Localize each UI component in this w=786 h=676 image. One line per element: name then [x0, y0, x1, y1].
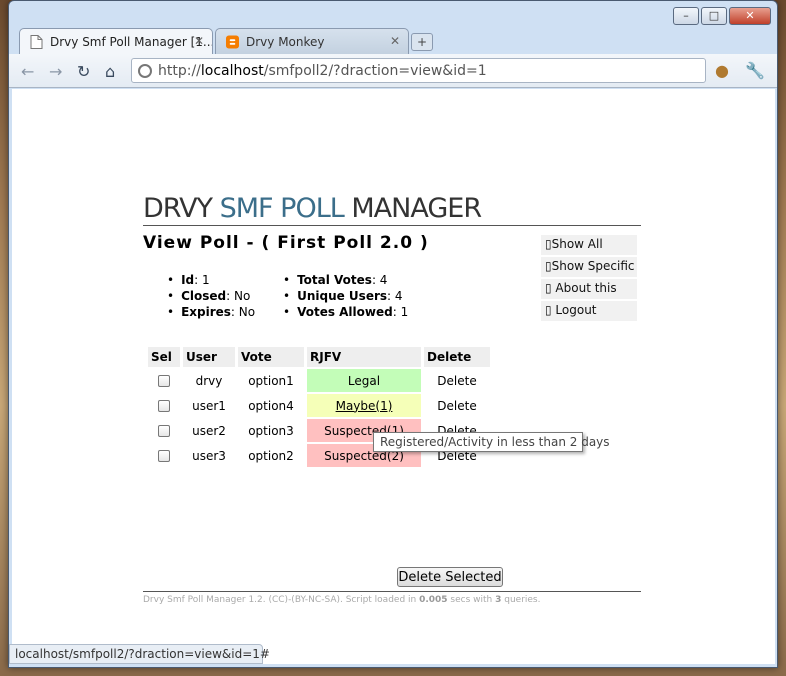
- menu-logout[interactable]: ▯ Logout: [541, 301, 637, 321]
- row-delete-link[interactable]: Delete: [424, 369, 490, 392]
- tab-strip: Drvy Smf Poll Manager [1... ✕ Drvy Monke…: [19, 28, 433, 54]
- row-checkbox[interactable]: [158, 450, 170, 462]
- menu-show-all[interactable]: ▯Show All: [541, 235, 637, 255]
- header-sel: Sel: [148, 347, 180, 367]
- browser-toolbar: ← → ↻ ⌂ http://localhost/smfpoll2/?dract…: [9, 54, 777, 88]
- info-votes-allowed: Votes Allowed: 1: [283, 305, 408, 321]
- blogger-icon: [226, 35, 239, 49]
- page-footer: Drvy Smf Poll Manager 1.2. (CC)-(BY-NC-S…: [143, 595, 541, 605]
- reload-icon[interactable]: ↻: [77, 62, 90, 81]
- home-icon[interactable]: ⌂: [105, 62, 115, 81]
- table-header: Sel User Vote RJFV Delete: [148, 347, 490, 367]
- forward-arrow-icon[interactable]: →: [49, 62, 62, 81]
- info-closed: Closed: No: [167, 289, 283, 305]
- page-title: View Poll - ( First Poll 2.0 ): [143, 233, 429, 253]
- tab-label: Drvy Smf Poll Manager [1...: [50, 35, 213, 49]
- header-user: User: [183, 347, 235, 367]
- header-divider: [143, 225, 641, 226]
- poll-info-right: Total Votes: 4 Unique Users: 4 Votes All…: [283, 273, 408, 321]
- poll-info-left: Id: 1 Closed: No Expires: No: [167, 273, 283, 321]
- header-rjfv: RJFV: [307, 347, 421, 367]
- menu-show-specific[interactable]: ▯Show Specific: [541, 257, 637, 277]
- url-scheme: http://: [158, 63, 201, 79]
- browser-window: – □ ✕ Drvy Smf Poll Manager [1... ✕ Drvy…: [8, 0, 778, 668]
- header-vote: Vote: [238, 347, 304, 367]
- row-vote: option3: [248, 423, 294, 438]
- side-menu: ▯Show All ▯Show Specific ▯ About this ▯ …: [541, 235, 637, 323]
- table-row: user1 option4 Maybe(1) Delete: [148, 394, 490, 417]
- info-id: Id: 1: [167, 273, 283, 289]
- row-rjfv-status[interactable]: Maybe(1): [307, 394, 421, 417]
- info-total-votes: Total Votes: 4: [283, 273, 408, 289]
- page-icon: [30, 35, 43, 49]
- row-vote: option2: [248, 448, 294, 463]
- tab-label: Drvy Monkey: [246, 35, 325, 49]
- tooltip: Registered/Activity in less than 2 days: [373, 432, 610, 452]
- maximize-button[interactable]: □: [701, 7, 727, 25]
- row-checkbox[interactable]: [158, 375, 170, 387]
- row-checkbox[interactable]: [158, 425, 170, 437]
- cookie-icon[interactable]: ●: [715, 61, 729, 80]
- row-user: user3: [192, 448, 226, 463]
- page-viewport: DRVY SMF POLL MANAGER View Poll - ( Firs…: [12, 89, 775, 664]
- tab-drvy-monkey[interactable]: Drvy Monkey ✕: [215, 28, 409, 54]
- row-vote: option1: [248, 373, 294, 388]
- status-bar: localhost/smfpoll2/?draction=view&id=1#: [9, 644, 270, 664]
- row-user: user1: [192, 398, 226, 413]
- row-checkbox[interactable]: [158, 400, 170, 412]
- row-user: drvy: [195, 373, 223, 388]
- window-controls: – □ ✕: [673, 7, 771, 25]
- url-path: /smfpoll2/?draction=view&id=1: [263, 63, 487, 79]
- page-content: DRVY SMF POLL MANAGER View Poll - ( Firs…: [143, 193, 643, 605]
- back-arrow-icon[interactable]: ←: [21, 62, 34, 81]
- tab-poll-manager[interactable]: Drvy Smf Poll Manager [1... ✕: [19, 28, 213, 54]
- address-bar[interactable]: http://localhost/smfpoll2/?draction=view…: [131, 58, 706, 83]
- close-window-button[interactable]: ✕: [729, 7, 771, 25]
- logo: DRVY SMF POLL MANAGER: [143, 193, 482, 224]
- table-row: drvy option1 Legal Delete: [148, 369, 490, 392]
- row-vote: option4: [248, 398, 294, 413]
- delete-selected-button[interactable]: Delete Selected: [397, 567, 503, 587]
- minimize-button[interactable]: –: [673, 7, 699, 25]
- menu-about-this[interactable]: ▯ About this: [541, 279, 637, 299]
- url-host: localhost: [200, 63, 264, 79]
- header-delete: Delete: [424, 347, 490, 367]
- poll-info: Id: 1 Closed: No Expires: No Total Votes…: [167, 273, 408, 321]
- close-icon[interactable]: ✕: [194, 34, 204, 48]
- info-unique-users: Unique Users: 4: [283, 289, 408, 305]
- row-user: user2: [192, 423, 226, 438]
- globe-icon: [138, 64, 152, 78]
- info-expires: Expires: No: [167, 305, 283, 321]
- wrench-icon[interactable]: 🔧: [745, 61, 765, 80]
- footer-divider: [143, 591, 641, 592]
- close-icon[interactable]: ✕: [390, 34, 400, 48]
- row-rjfv-status: Legal: [307, 369, 421, 392]
- new-tab-button[interactable]: +: [411, 33, 433, 51]
- row-delete-link[interactable]: Delete: [424, 394, 490, 417]
